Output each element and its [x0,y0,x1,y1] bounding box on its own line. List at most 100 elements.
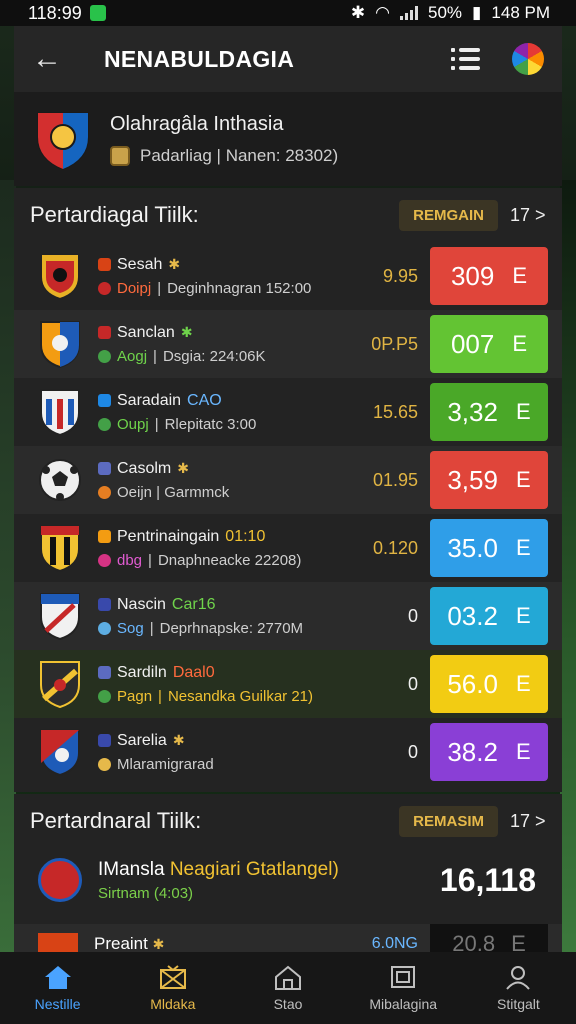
match-score: 16,118 [439,861,536,898]
crest-icon [40,253,80,301]
nav-item-gallery[interactable]: Mibalagina [346,952,461,1024]
nav-label: Nestille [34,996,81,1012]
pie-chart-icon[interactable] [512,43,544,75]
status-dot-icon [98,417,111,431]
odds-button[interactable]: 56.0 E [430,655,548,713]
odds-value: 007 [450,328,495,359]
odds-button[interactable]: 309 E [430,247,548,305]
wifi-icon: ◠ [375,3,391,22]
odds-value: 3,32 [447,396,498,427]
odds-suffix: E [515,739,531,764]
featured-match[interactable]: IMansla Neagiari Gtatlangel) Sirtnam (4:… [14,848,562,912]
signal-icon [400,6,419,20]
league-icon [98,666,111,679]
row-title: Preaint [94,934,148,953]
odds-value: 38.2 [447,736,498,767]
nav-label: Mibalagina [369,996,438,1012]
match-name-extra: Neagiari Gtatlangel) [169,858,339,880]
house-outline-icon [275,965,301,990]
match-subtitle: Sirtnam (4:03) [98,884,194,902]
team-header-card[interactable]: Olahragâla Inthasia Padarliag | Nanen: 2… [14,92,562,186]
match-row[interactable]: Casolm ✱ Oeijn | Garmmck 01.95 3,59 E [14,446,562,514]
section-title: Pertardiagal Tiilk: [30,202,199,227]
row-subtitle: Deginhnagran 152:00 [167,279,312,297]
odds-button[interactable]: 007 E [430,315,548,373]
remain-button[interactable]: REMGAIN [399,199,498,231]
league-icon [98,530,111,543]
odds-suffix: E [512,331,528,356]
status-dot-icon [98,485,111,499]
nav-item-home[interactable]: Nestille [0,952,115,1024]
row-title: Sardiln [117,663,167,681]
notification-app-icon [89,5,106,21]
section-title: Pertardnaral Tiilk: [30,808,202,833]
odds-value: 35.0 [447,532,498,563]
odds-button[interactable]: 38.2 E [430,723,548,781]
row-sub-highlight: Pagn [117,687,153,705]
section-nav-link[interactable]: 17 > [510,205,546,226]
nav-label: Stitgalt [497,996,540,1012]
soccer-ball-icon [39,459,81,501]
status-dot-icon [98,757,111,771]
crest-icon [40,661,80,709]
team-badge-icon [38,858,82,902]
status-dot-icon [98,689,111,703]
row-subtitle: Mlaramigrarad [117,755,214,773]
odds-button[interactable]: 3,32 E [430,383,548,441]
odds-suffix: E [515,535,531,560]
status-dot-icon [98,281,111,295]
nav-label: Mldaka [150,996,196,1012]
status-bar: 118:99 ✱ ◠ 50% ▮ 148 PM [0,0,576,26]
match-row[interactable]: Sesah ✱ Doipj | Deginhnagran 152:00 9.95 30… [14,242,562,310]
row-sub-highlight: Sog [117,619,144,637]
crest-icon [40,593,80,641]
gear-icon: ✱ [180,324,193,340]
list-icon[interactable] [451,48,480,70]
match-row[interactable]: Pentrinaingain 01:10 dbg | Dnaphneacke 2220… [14,514,562,582]
nav-item-bracket[interactable]: Mldaka [115,952,230,1024]
match-row[interactable]: Sanclan ✱ Aogj | Dsgia: 224:06K 0P.P5 007 E [14,310,562,378]
status-dot-icon [98,621,111,635]
row-title-extra: Daal0 [172,663,215,681]
section-featured: Pertardnaral Tiilk: REMASIM 17 > IMansla… [14,794,562,964]
odds-suffix: E [515,467,531,492]
row-value: 0P.P5 [371,333,418,354]
remain-button[interactable]: REMASIM [399,805,498,837]
crest-icon [40,321,80,369]
league-icon [98,326,111,339]
row-value: 15.65 [372,401,418,422]
row-title: Sarelia [117,731,167,749]
row-sub-highlight: Aogj [117,347,148,365]
league-icon [98,462,111,475]
odds-button[interactable]: 35.0 E [430,519,548,577]
row-title-extra: CAO [187,391,222,409]
section-odds-list: Pertardiagal Tiilk: REMGAIN 17 > Sesah ✱ … [14,188,562,792]
league-icon [98,394,111,407]
row-title: Sanclan [117,323,175,341]
section-header: Pertardiagal Tiilk: REMGAIN 17 > [14,188,562,242]
odds-suffix: E [512,263,528,288]
match-row[interactable]: Nascin Car16 Sog | Deprhnapske: 2770M 0 03.… [14,582,562,650]
crest-icon [40,729,80,777]
status-time: 118:99 [28,2,82,23]
odds-button[interactable]: 3,59 E [430,451,548,509]
row-value: 0 [407,673,418,694]
league-icon [98,734,111,747]
bracket-icon [159,965,186,989]
nav-item-stao[interactable]: Stao [230,952,345,1024]
match-row[interactable]: Sarelia ✱ Mlaramigrarad 0 38.2 E [14,718,562,786]
nav-item-profile[interactable]: Stitgalt [461,952,576,1024]
row-subtitle: Deprhnapske: 2770M [159,619,304,637]
row-subtitle: Nesandka Guilkar 21) [167,687,314,705]
row-title: Saradain [117,391,182,409]
row-title: Casolm [117,459,172,477]
home-icon [44,966,71,989]
match-row[interactable]: Sardiln Daal0 Pagn | Nesandka Guilkar 21) 0… [14,650,562,718]
arrow-left-icon[interactable]: ← [32,42,72,76]
row-title-extra: 01:10 [225,527,266,545]
section-nav-link[interactable]: 17 > [510,811,546,832]
match-row[interactable]: Saradain CAO Oupj | Rlepitatc 3:00 15.65 3,… [14,378,562,446]
row-subtitle: Dnaphneacke 22208) [157,551,302,569]
odds-button[interactable]: 03.2 E [430,587,548,645]
odds-value: 56.0 [447,668,498,699]
